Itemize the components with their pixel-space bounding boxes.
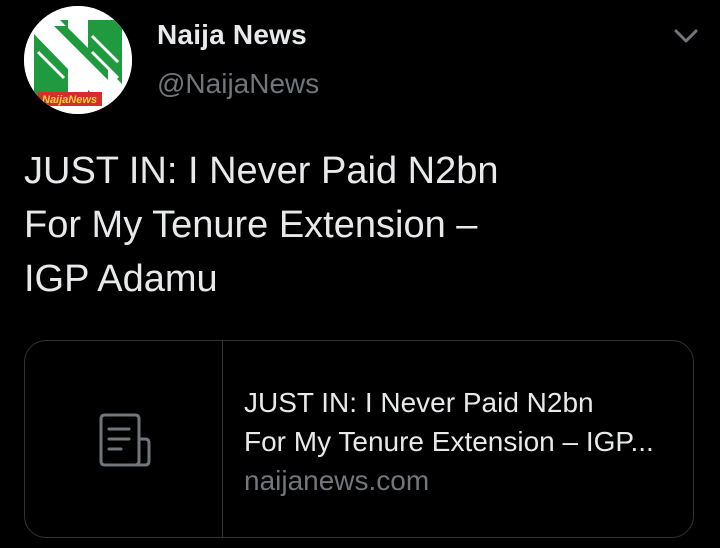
link-card-domain: naijanews.com xyxy=(244,465,430,496)
display-name[interactable]: Naija News xyxy=(157,19,307,51)
link-card-title-line: JUST IN: I Never Paid N2bn xyxy=(244,387,594,418)
link-card[interactable]: JUST IN: I Never Paid N2bn For My Tenure… xyxy=(24,340,694,538)
link-card-title: JUST IN: I Never Paid N2bn For My Tenure… xyxy=(244,383,674,461)
svg-text:NaijaNews: NaijaNews xyxy=(42,94,97,106)
link-card-body: JUST IN: I Never Paid N2bn For My Tenure… xyxy=(244,383,674,501)
link-card-title-line: For My Tenure Extension – IGP... xyxy=(244,426,654,457)
handle[interactable]: @NaijaNews xyxy=(157,68,319,100)
link-card-thumbnail xyxy=(25,341,223,537)
tweet-text-line: JUST IN: I Never Paid N2bn xyxy=(24,150,499,192)
tweet-text: JUST IN: I Never Paid N2bn For My Tenure… xyxy=(24,144,684,306)
naija-news-logo-icon: NaijaNews xyxy=(24,6,132,114)
tweet[interactable]: NaijaNews Naija News @NaijaNews JUST IN:… xyxy=(0,0,720,548)
document-icon xyxy=(99,413,151,467)
chevron-down-icon[interactable] xyxy=(668,22,704,50)
avatar[interactable]: NaijaNews xyxy=(24,6,132,114)
tweet-text-line: IGP Adamu xyxy=(24,258,218,300)
tweet-text-line: For My Tenure Extension – xyxy=(24,204,478,246)
